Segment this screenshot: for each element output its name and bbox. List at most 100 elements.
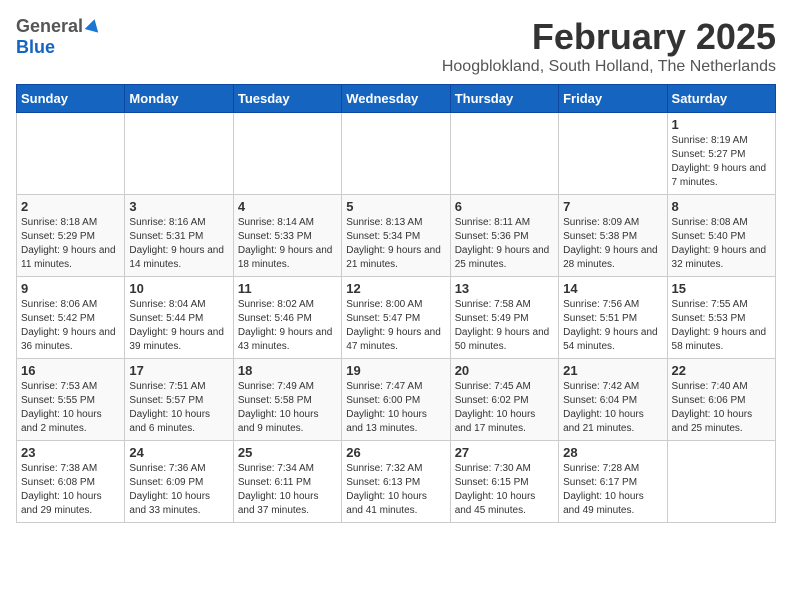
calendar-cell: 27 Sunrise: 7:30 AM Sunset: 6:15 PM Dayli… — [450, 441, 558, 523]
day-info: Sunrise: 7:49 AM Sunset: 5:58 PM Dayligh… — [238, 380, 337, 436]
day-info: Sunrise: 7:38 AM Sunset: 6:08 PM Dayligh… — [21, 462, 120, 518]
weekday-header-sunday: Sunday — [17, 85, 125, 113]
day-number: 26 — [346, 445, 445, 460]
calendar-cell: 26 Sunrise: 7:32 AM Sunset: 6:13 PM Dayli… — [342, 441, 450, 523]
calendar-cell — [667, 441, 775, 523]
day-info: Sunrise: 7:34 AM Sunset: 6:11 PM Dayligh… — [238, 462, 337, 518]
calendar-cell: 4 Sunrise: 8:14 AM Sunset: 5:33 PM Daylig… — [233, 195, 341, 277]
day-number: 27 — [455, 445, 554, 460]
day-number: 25 — [238, 445, 337, 460]
weekday-header-thursday: Thursday — [450, 85, 558, 113]
day-number: 17 — [129, 363, 228, 378]
location-title: Hoogblokland, South Holland, The Netherl… — [442, 58, 776, 76]
calendar-cell: 28 Sunrise: 7:28 AM Sunset: 6:17 PM Dayli… — [559, 441, 667, 523]
calendar-cell: 20Sunrise: 7:45 AM Sunset: 6:02 PM Dayli… — [450, 359, 558, 441]
calendar-cell — [342, 113, 450, 195]
day-info: Sunrise: 7:30 AM Sunset: 6:15 PM Dayligh… — [455, 462, 554, 518]
calendar-cell: 9 Sunrise: 8:06 AM Sunset: 5:42 PM Daylig… — [17, 277, 125, 359]
day-number: 18 — [238, 363, 337, 378]
day-number: 23 — [21, 445, 120, 460]
logo-triangle-icon — [85, 17, 102, 32]
day-info: Sunrise: 8:14 AM Sunset: 5:33 PM Dayligh… — [238, 216, 337, 272]
calendar-cell: 24Sunrise: 7:36 AM Sunset: 6:09 PM Dayli… — [125, 441, 233, 523]
calendar-cell: 1 Sunrise: 8:19 AM Sunset: 5:27 PM Daylig… — [667, 113, 775, 195]
day-info: Sunrise: 8:19 AM Sunset: 5:27 PM Dayligh… — [672, 134, 771, 190]
calendar-cell: 2Sunrise: 8:18 AM Sunset: 5:29 PM Daylig… — [17, 195, 125, 277]
day-info: Sunrise: 7:53 AM Sunset: 5:55 PM Dayligh… — [21, 380, 120, 436]
calendar: SundayMondayTuesdayWednesdayThursdayFrid… — [16, 84, 776, 523]
day-number: 16 — [21, 363, 120, 378]
day-info: Sunrise: 8:18 AM Sunset: 5:29 PM Dayligh… — [21, 216, 120, 272]
logo: General Blue — [16, 16, 100, 58]
weekday-header-row: SundayMondayTuesdayWednesdayThursdayFrid… — [17, 85, 776, 113]
day-info: Sunrise: 7:36 AM Sunset: 6:09 PM Dayligh… — [129, 462, 228, 518]
calendar-cell — [125, 113, 233, 195]
weekday-header-monday: Monday — [125, 85, 233, 113]
day-info: Sunrise: 7:32 AM Sunset: 6:13 PM Dayligh… — [346, 462, 445, 518]
day-number: 12 — [346, 281, 445, 296]
title-area: February 2025 Hoogblokland, South Hollan… — [442, 16, 776, 76]
day-number: 7 — [563, 199, 662, 214]
day-number: 8 — [672, 199, 771, 214]
day-info: Sunrise: 7:42 AM Sunset: 6:04 PM Dayligh… — [563, 380, 662, 436]
day-number: 22 — [672, 363, 771, 378]
week-row-3: 16 Sunrise: 7:53 AM Sunset: 5:55 PM Dayli… — [17, 359, 776, 441]
week-row-0: 1 Sunrise: 8:19 AM Sunset: 5:27 PM Daylig… — [17, 113, 776, 195]
week-row-1: 2Sunrise: 8:18 AM Sunset: 5:29 PM Daylig… — [17, 195, 776, 277]
day-number: 21 — [563, 363, 662, 378]
day-number: 11 — [238, 281, 337, 296]
day-number: 19 — [346, 363, 445, 378]
calendar-cell — [450, 113, 558, 195]
calendar-cell: 23 Sunrise: 7:38 AM Sunset: 6:08 PM Dayli… — [17, 441, 125, 523]
day-info: Sunrise: 8:11 AM Sunset: 5:36 PM Dayligh… — [455, 216, 554, 272]
day-info: Sunrise: 7:56 AM Sunset: 5:51 PM Dayligh… — [563, 298, 662, 354]
weekday-header-saturday: Saturday — [667, 85, 775, 113]
day-number: 14 — [563, 281, 662, 296]
calendar-cell: 8Sunrise: 8:08 AM Sunset: 5:40 PM Daylig… — [667, 195, 775, 277]
day-info: Sunrise: 8:04 AM Sunset: 5:44 PM Dayligh… — [129, 298, 228, 354]
logo-blue-text: Blue — [16, 37, 55, 57]
day-info: Sunrise: 7:40 AM Sunset: 6:06 PM Dayligh… — [672, 380, 771, 436]
logo-general-text: General — [16, 16, 83, 37]
calendar-cell: 16 Sunrise: 7:53 AM Sunset: 5:55 PM Dayli… — [17, 359, 125, 441]
day-info: Sunrise: 7:28 AM Sunset: 6:17 PM Dayligh… — [563, 462, 662, 518]
day-info: Sunrise: 8:06 AM Sunset: 5:42 PM Dayligh… — [21, 298, 120, 354]
week-row-2: 9 Sunrise: 8:06 AM Sunset: 5:42 PM Daylig… — [17, 277, 776, 359]
calendar-cell: 12 Sunrise: 8:00 AM Sunset: 5:47 PM Dayli… — [342, 277, 450, 359]
calendar-cell: 10Sunrise: 8:04 AM Sunset: 5:44 PM Dayli… — [125, 277, 233, 359]
header: General Blue February 2025 Hoogblokland,… — [16, 16, 776, 76]
calendar-cell — [17, 113, 125, 195]
day-info: Sunrise: 7:47 AM Sunset: 6:00 PM Dayligh… — [346, 380, 445, 436]
day-number: 20 — [455, 363, 554, 378]
calendar-cell: 7Sunrise: 8:09 AM Sunset: 5:38 PM Daylig… — [559, 195, 667, 277]
day-number: 15 — [672, 281, 771, 296]
day-number: 6 — [455, 199, 554, 214]
weekday-header-friday: Friday — [559, 85, 667, 113]
calendar-cell: 19 Sunrise: 7:47 AM Sunset: 6:00 PM Dayli… — [342, 359, 450, 441]
calendar-cell: 6 Sunrise: 8:11 AM Sunset: 5:36 PM Daylig… — [450, 195, 558, 277]
day-info: Sunrise: 8:00 AM Sunset: 5:47 PM Dayligh… — [346, 298, 445, 354]
calendar-cell: 5Sunrise: 8:13 AM Sunset: 5:34 PM Daylig… — [342, 195, 450, 277]
day-number: 28 — [563, 445, 662, 460]
day-info: Sunrise: 8:13 AM Sunset: 5:34 PM Dayligh… — [346, 216, 445, 272]
calendar-cell: 17 Sunrise: 7:51 AM Sunset: 5:57 PM Dayli… — [125, 359, 233, 441]
calendar-cell — [233, 113, 341, 195]
calendar-cell: 11 Sunrise: 8:02 AM Sunset: 5:46 PM Dayli… — [233, 277, 341, 359]
day-info: Sunrise: 7:51 AM Sunset: 5:57 PM Dayligh… — [129, 380, 228, 436]
day-info: Sunrise: 7:55 AM Sunset: 5:53 PM Dayligh… — [672, 298, 771, 354]
calendar-cell: 25 Sunrise: 7:34 AM Sunset: 6:11 PM Dayli… — [233, 441, 341, 523]
calendar-cell: 15 Sunrise: 7:55 AM Sunset: 5:53 PM Dayli… — [667, 277, 775, 359]
calendar-cell: 18 Sunrise: 7:49 AM Sunset: 5:58 PM Dayli… — [233, 359, 341, 441]
day-info: Sunrise: 7:58 AM Sunset: 5:49 PM Dayligh… — [455, 298, 554, 354]
calendar-cell: 21 Sunrise: 7:42 AM Sunset: 6:04 PM Dayli… — [559, 359, 667, 441]
day-number: 3 — [129, 199, 228, 214]
day-number: 1 — [672, 117, 771, 132]
day-number: 4 — [238, 199, 337, 214]
month-title: February 2025 — [442, 16, 776, 58]
week-row-4: 23 Sunrise: 7:38 AM Sunset: 6:08 PM Dayli… — [17, 441, 776, 523]
day-number: 9 — [21, 281, 120, 296]
calendar-cell: 3Sunrise: 8:16 AM Sunset: 5:31 PM Daylig… — [125, 195, 233, 277]
calendar-cell: 22 Sunrise: 7:40 AM Sunset: 6:06 PM Dayli… — [667, 359, 775, 441]
day-info: Sunrise: 8:02 AM Sunset: 5:46 PM Dayligh… — [238, 298, 337, 354]
calendar-cell: 14 Sunrise: 7:56 AM Sunset: 5:51 PM Dayli… — [559, 277, 667, 359]
